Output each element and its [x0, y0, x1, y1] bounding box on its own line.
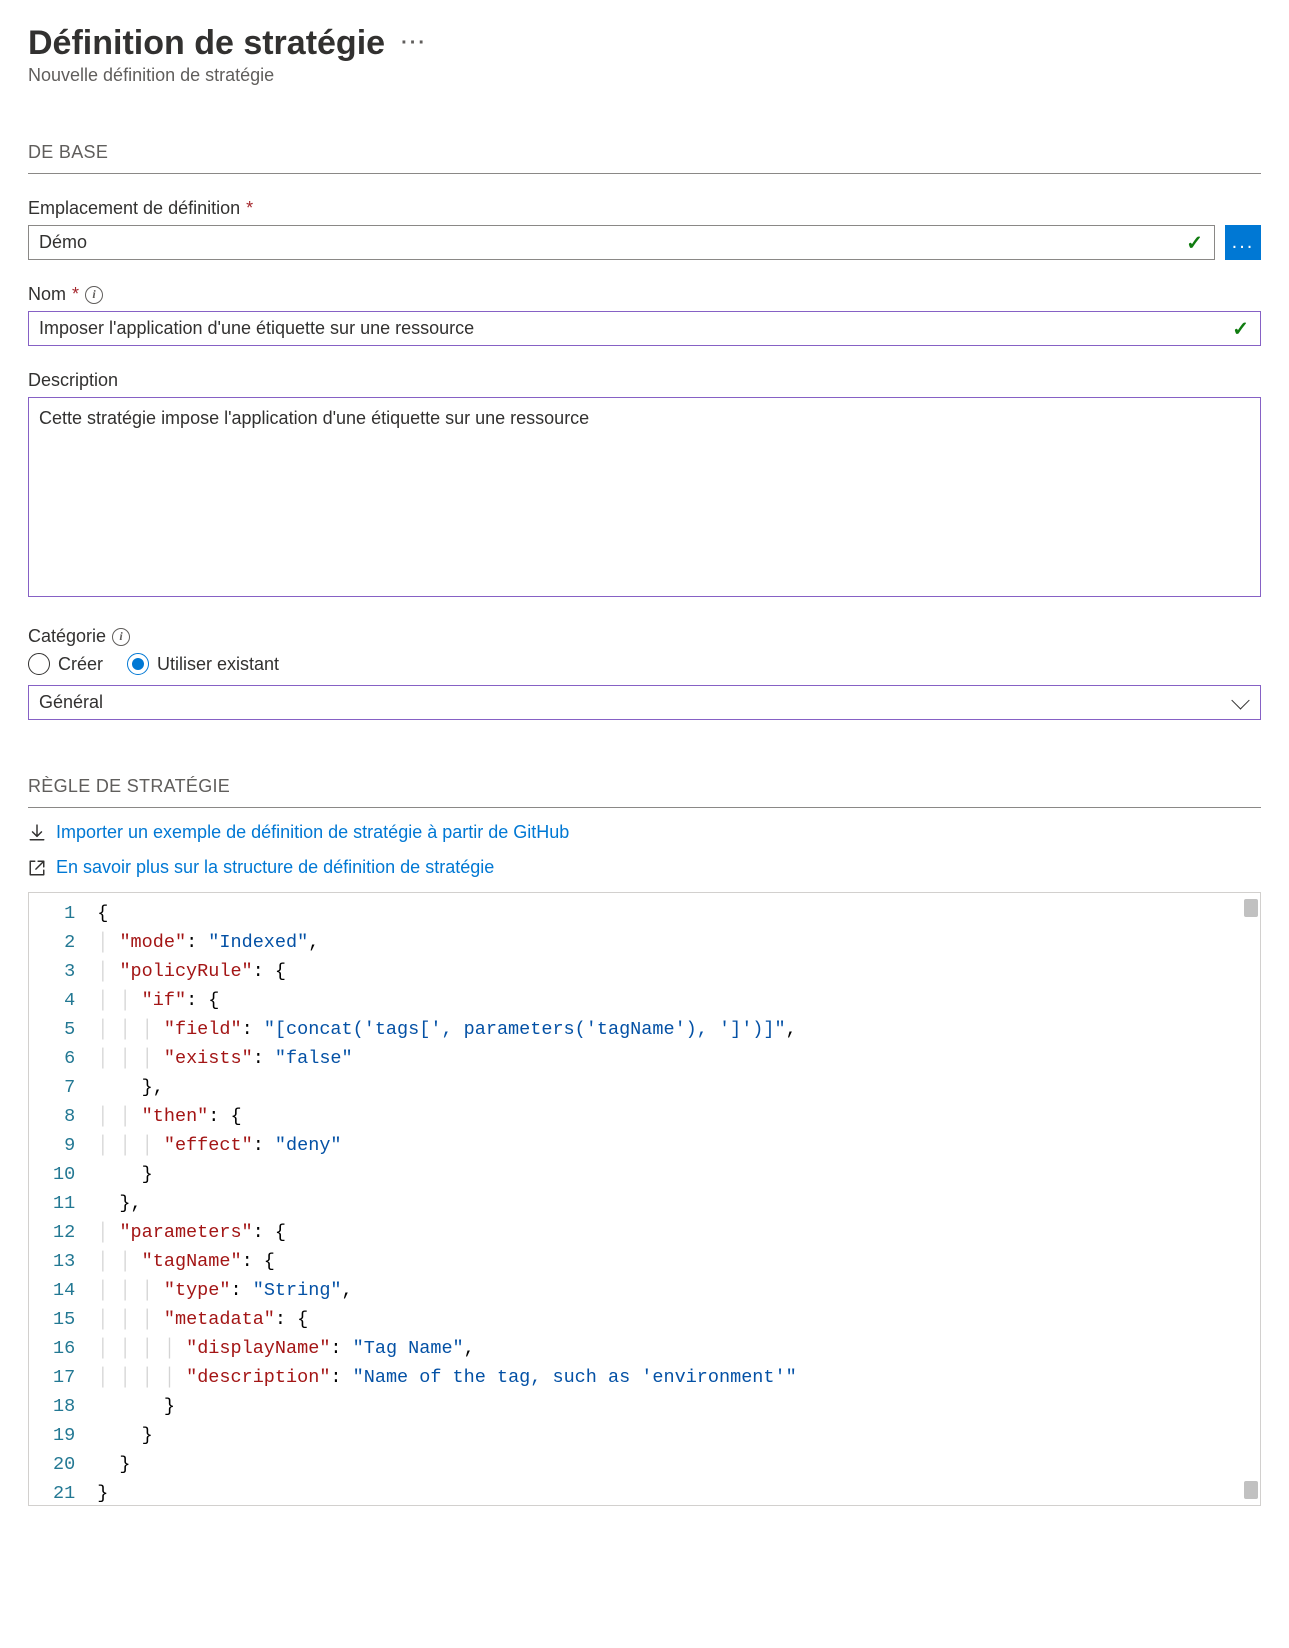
code-body[interactable]: {│ "mode": "Indexed",│ "policyRule": {│ … — [89, 893, 1260, 1505]
scrollbar-vertical[interactable] — [1242, 893, 1260, 1505]
name-label: Nom — [28, 284, 66, 305]
section-rule: RÈGLE DE STRATÉGIE — [28, 776, 1261, 808]
learn-more-link[interactable]: En savoir plus sur la structure de défin… — [28, 857, 1261, 878]
name-input[interactable] — [28, 311, 1261, 346]
category-label: Catégorie — [28, 626, 106, 647]
description-label: Description — [28, 370, 118, 391]
location-input[interactable] — [28, 225, 1215, 260]
description-input[interactable] — [28, 397, 1261, 597]
radio-create-label: Créer — [58, 654, 103, 675]
page-subtitle: Nouvelle définition de stratégie — [28, 65, 1261, 86]
radio-circle-icon — [28, 653, 50, 675]
info-icon[interactable]: i — [112, 628, 130, 646]
section-basics: DE BASE — [28, 142, 1261, 174]
browse-location-button[interactable]: ... — [1225, 225, 1261, 260]
line-number-gutter: 123456789101112131415161718192021 — [29, 893, 89, 1505]
learn-more-text: En savoir plus sur la structure de défin… — [56, 857, 494, 878]
policy-rule-editor[interactable]: 123456789101112131415161718192021 {│ "mo… — [28, 892, 1261, 1506]
category-select[interactable]: Général — [28, 685, 1261, 720]
radio-create[interactable]: Créer — [28, 653, 103, 675]
required-indicator: * — [72, 284, 79, 305]
import-github-text: Importer un exemple de définition de str… — [56, 822, 569, 843]
info-icon[interactable]: i — [85, 286, 103, 304]
page-title: Définition de stratégie — [28, 24, 385, 63]
radio-circle-icon — [127, 653, 149, 675]
location-label: Emplacement de définition — [28, 198, 240, 219]
import-github-link[interactable]: Importer un exemple de définition de str… — [28, 822, 1261, 843]
radio-use-existing[interactable]: Utiliser existant — [127, 653, 279, 675]
more-actions-icon[interactable]: ··· — [401, 32, 427, 55]
external-link-icon — [28, 859, 46, 877]
download-icon — [28, 824, 46, 842]
radio-existing-label: Utiliser existant — [157, 654, 279, 675]
required-indicator: * — [246, 198, 253, 219]
